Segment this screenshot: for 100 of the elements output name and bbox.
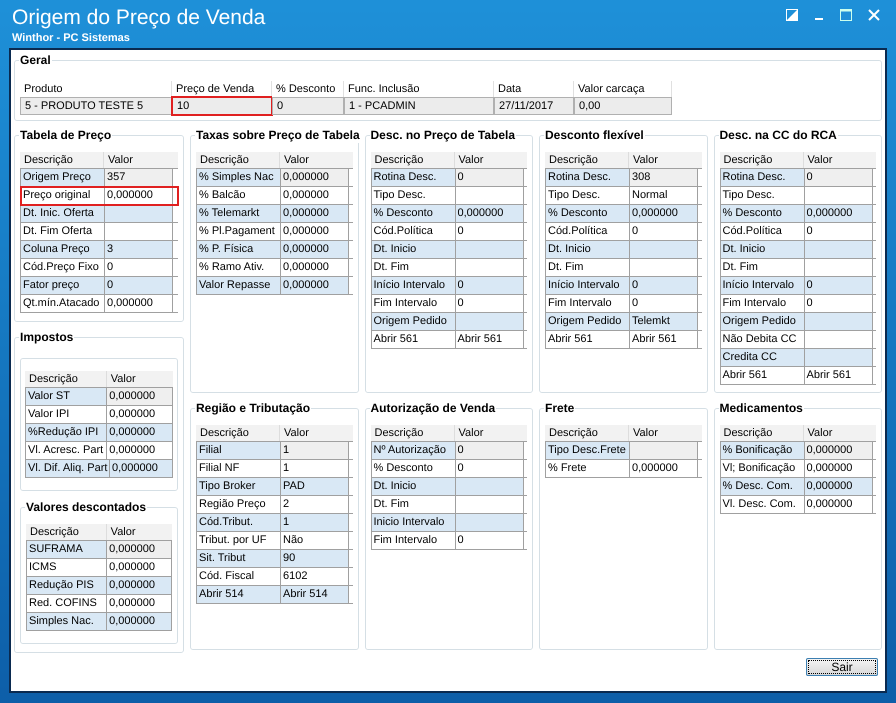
table-cell: Dt. Fim	[720, 259, 804, 276]
table-cell: % Desconto	[372, 205, 456, 222]
table-cell: % Telemarkt	[197, 205, 281, 222]
table-cell: Não	[281, 532, 349, 549]
table-cell: 0	[456, 277, 524, 294]
column-header: Descrição	[25, 371, 107, 387]
table-cell: Qt.mín.Atacado	[21, 295, 105, 312]
table-cell: Tipo Desc.Frete	[546, 442, 630, 459]
table-cell: % Desconto	[546, 205, 630, 222]
table-cell: 0,000000	[804, 496, 872, 513]
table-cell: 0	[272, 97, 344, 115]
column-header: Descrição	[720, 152, 804, 168]
table-cell: 0,000000	[804, 460, 872, 477]
table-cell: 5 - PRODUTO TESTE 5	[20, 97, 172, 115]
table-cell: Cód. Fiscal	[197, 568, 281, 585]
column-header: Valor	[806, 426, 834, 441]
close-icon[interactable]	[868, 9, 880, 21]
table-cell: Início Intervalo	[720, 277, 804, 294]
column-header: Valor	[632, 153, 659, 168]
table-cell: Abrir 514	[281, 586, 349, 603]
table-cell: Região Preço	[197, 496, 281, 513]
table-cell: 1	[281, 514, 349, 531]
table-cell: Filial	[197, 442, 281, 459]
window-title: Origem do Preço de Venda	[12, 5, 266, 31]
table-cell: 0	[456, 223, 524, 240]
table-cell: 0,000000	[105, 295, 173, 312]
table-cell: 1 - PCADMIN	[344, 97, 494, 115]
group-title: Taxas sobre Preço de Tabela	[195, 127, 361, 143]
table-cell: Nº Autorização	[372, 442, 456, 459]
table-cell: 0	[804, 169, 872, 186]
table-cell: Origem Pedido	[372, 313, 456, 330]
table-cell: 0,000000	[456, 205, 524, 222]
table-cell: Dt. Inicio	[372, 241, 456, 258]
table-cell: Valor Repasse	[197, 277, 281, 294]
table-cell: 0,000000	[281, 241, 349, 258]
column-header: Valor	[458, 153, 484, 168]
table-cell: Cód.Tribut.	[197, 514, 281, 531]
table-cell: Dt. Inicio	[372, 478, 456, 495]
table-cell: Vl. Dif. Aliq. Part	[26, 460, 110, 477]
table-cell: 0	[105, 277, 173, 294]
table-cell: Coluna Preço	[21, 241, 105, 258]
table-cell: 0,000000	[107, 595, 172, 612]
table-cell: % Desconto	[720, 205, 804, 222]
table-cell: 0	[456, 442, 524, 459]
column-header: Descrição	[370, 425, 454, 441]
table-cell: Cód.Política	[372, 223, 456, 240]
table-cell: 0,000000	[107, 577, 172, 594]
table-cell: 0	[456, 295, 524, 312]
table-cell: Redução PIS	[27, 577, 108, 594]
table-cell: % Simples Nac	[197, 169, 281, 186]
table-cell: 0,000000	[630, 460, 698, 477]
table-cell: % Frete	[546, 460, 630, 477]
column-header: Valor	[632, 426, 659, 441]
table-cell: Vl. Desc. Com.	[720, 496, 804, 513]
table-cell: Dt. Fim	[372, 496, 456, 513]
exit-button[interactable]: Sair	[806, 658, 878, 676]
table-cell: Simples Nac.	[27, 613, 108, 630]
table-cell: 0,000000	[107, 541, 172, 558]
table-cell: 0,000000	[105, 187, 173, 204]
restore-icon[interactable]	[786, 9, 798, 21]
table-cell: Filial NF	[197, 460, 281, 477]
table-cell: Tipo Desc.	[720, 187, 804, 204]
table-cell: Origem Pedido	[546, 313, 630, 330]
table-cell: Abrir 561	[630, 331, 698, 348]
column-header: Valor	[110, 372, 137, 387]
table-cell: Tipo Broker	[197, 478, 281, 495]
table-cell: 0	[630, 223, 698, 240]
table-cell: 0,000000	[281, 223, 349, 240]
column-header: Valor	[283, 153, 310, 168]
table-cell: Sit. Tribut	[197, 550, 281, 567]
maximize-icon[interactable]	[840, 9, 852, 21]
column-header: Descrição	[545, 425, 629, 441]
table-cell: 308	[630, 169, 698, 186]
table-cell: Rotina Desc.	[720, 169, 804, 186]
table-cell: % Balcão	[197, 187, 281, 204]
table-cell: 90	[281, 550, 349, 567]
table-cell: Abrir 561	[546, 331, 630, 348]
table-cell: Abrir 561	[804, 367, 872, 384]
column-header: Descrição	[196, 425, 280, 441]
column-header: Valor	[110, 525, 137, 540]
table-cell: Origem Pedido	[720, 313, 804, 330]
table-cell: 1	[281, 442, 349, 459]
table-cell: Dt. Inic. Oferta	[21, 205, 105, 222]
table-cell: 27/11/2017	[494, 97, 574, 115]
table-cell: Tipo Desc.	[372, 187, 456, 204]
table-cell: 0	[456, 460, 524, 477]
column-header: Valor	[458, 426, 484, 441]
table-cell: Credita CC	[720, 349, 804, 366]
table-cell: Origem Preço	[21, 169, 105, 186]
table-cell: 0,000000	[107, 559, 172, 576]
table-cell: 0,000000	[281, 205, 349, 222]
table-cell: Cód.Preço Fixo	[21, 259, 105, 276]
table-cell: Abrir 561	[372, 331, 456, 348]
table-cell: Dt. Fim Oferta	[21, 223, 105, 240]
table-cell: % Pl.Pagament	[197, 223, 281, 240]
table-cell: Normal	[630, 187, 698, 204]
table-cell: Dt. Fim	[372, 259, 456, 276]
table-cell: 0,000000	[107, 406, 173, 423]
table-cell: 0	[105, 259, 173, 276]
table-cell: Cód.Política	[546, 223, 630, 240]
